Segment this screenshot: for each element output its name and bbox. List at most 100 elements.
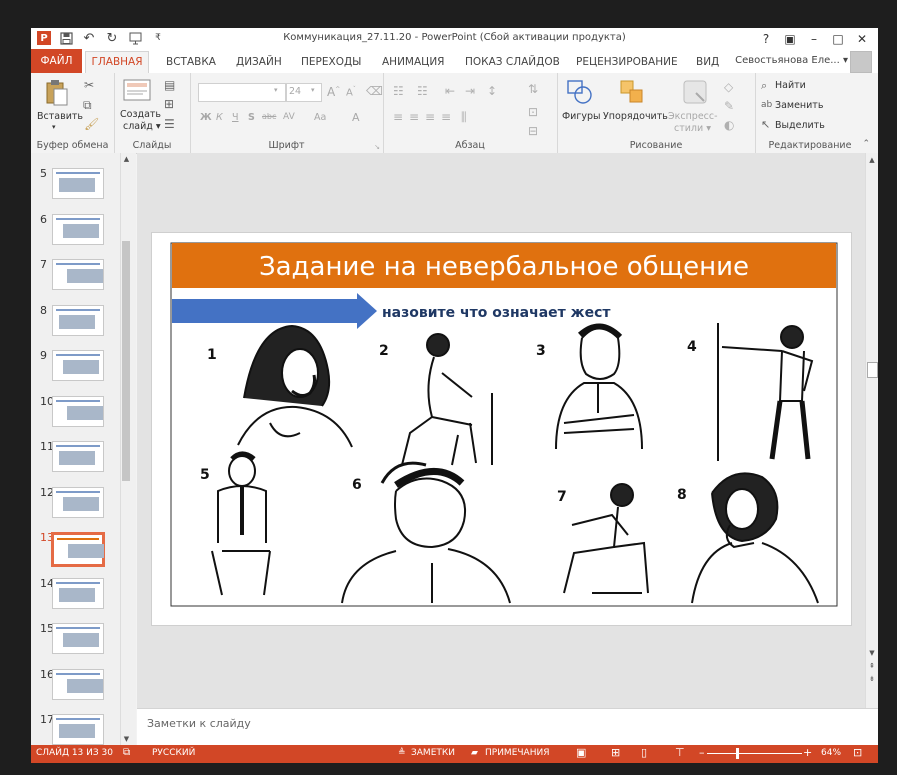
new-slide-dropdown[interactable]: слайд ▾	[123, 121, 161, 132]
slide-thumbnail[interactable]	[52, 623, 104, 654]
find-button[interactable]: Найти	[775, 80, 806, 91]
current-slide[interactable]: Задание на невербальное общение назовите…	[151, 232, 852, 626]
decrease-indent-icon[interactable]: ⇤	[445, 85, 455, 97]
change-case-button[interactable]: Aa	[314, 112, 326, 123]
fit-slide-icon[interactable]: ⊡	[853, 746, 862, 759]
tab-file[interactable]: ФАЙЛ	[31, 49, 82, 73]
tab-view[interactable]: ВИД	[696, 52, 719, 72]
text-shadow-button[interactable]: S	[248, 112, 255, 123]
replace-button[interactable]: Заменить	[775, 100, 823, 111]
justify-icon[interactable]: ≡	[441, 111, 451, 123]
reading-view-icon[interactable]: ▯	[641, 746, 647, 759]
paste-button[interactable]: Вставить	[37, 111, 83, 122]
tab-home[interactable]: ГЛАВНАЯ	[85, 51, 149, 74]
shapes-icon[interactable]	[566, 79, 594, 108]
italic-button[interactable]: К	[216, 112, 223, 123]
align-text-icon[interactable]: ⊡	[528, 106, 538, 118]
slideshow-view-icon[interactable]: ⊤	[675, 746, 685, 759]
language-indicator[interactable]: РУССКИЙ	[152, 748, 195, 758]
text-direction-icon[interactable]: ⇅	[528, 83, 538, 95]
scroll-up-icon[interactable]: ▲	[121, 154, 132, 164]
reset-icon[interactable]: ⊞	[164, 98, 174, 110]
spelling-check-icon[interactable]: ⧉	[123, 747, 130, 758]
previous-slide-icon[interactable]: ⇞	[866, 661, 878, 671]
increase-font-icon[interactable]: A^	[327, 85, 340, 99]
quick-styles-button[interactable]: Экспресс-	[668, 111, 718, 122]
align-left-icon[interactable]: ≡	[393, 111, 403, 123]
tab-review[interactable]: РЕЦЕНЗИРОВАНИЕ	[576, 52, 678, 72]
shapes-button[interactable]: Фигуры	[562, 111, 601, 122]
font-color-button[interactable]: A	[352, 111, 360, 124]
bullets-icon[interactable]: ☷	[393, 85, 404, 97]
zoom-out-icon[interactable]: –	[699, 746, 705, 759]
align-right-icon[interactable]: ≡	[425, 111, 435, 123]
ribbon-display-options-button[interactable]: ▣	[778, 28, 802, 49]
notes-toggle-icon[interactable]: ≜	[398, 748, 406, 758]
character-spacing-button[interactable]: AV	[283, 112, 295, 122]
slide-thumbnail[interactable]	[52, 714, 104, 745]
user-account[interactable]: Севостьянова Еле... ▾	[735, 55, 848, 66]
notes-placeholder[interactable]: Заметки к слайду	[147, 717, 251, 730]
avatar[interactable]	[850, 51, 872, 73]
slide-thumbnail[interactable]	[52, 305, 104, 336]
shape-fill-icon[interactable]: ◇	[724, 81, 733, 93]
editor-scroll-down-icon[interactable]: ▼	[866, 648, 878, 658]
underline-button[interactable]: Ч	[232, 112, 239, 123]
shape-effects-icon[interactable]: ◐	[724, 119, 734, 131]
slide-thumbnail[interactable]	[52, 259, 104, 290]
arrange-button[interactable]: Упорядочить	[603, 111, 668, 122]
thumbnails-scroll-thumb[interactable]	[122, 241, 130, 481]
thumbnails-scrollbar[interactable]: ▲ ▼	[120, 153, 132, 745]
cut-icon[interactable]: ✂	[84, 79, 94, 91]
slide-thumbnail[interactable]	[52, 350, 104, 381]
font-name-input[interactable]	[198, 83, 286, 102]
font-name-dropdown-icon[interactable]: ▾	[274, 86, 278, 94]
smartart-icon[interactable]: ⊟	[528, 125, 538, 137]
minimize-button[interactable]: –	[802, 28, 826, 49]
numbering-icon[interactable]: ☷	[417, 85, 428, 97]
select-button[interactable]: Выделить	[775, 120, 825, 131]
zoom-level[interactable]: 64%	[821, 748, 841, 758]
slide-thumbnail[interactable]	[52, 396, 104, 427]
new-slide-button[interactable]: Создать	[120, 109, 161, 120]
line-spacing-icon[interactable]: ↕	[487, 85, 497, 97]
increase-indent-icon[interactable]: ⇥	[465, 85, 475, 97]
tab-slideshow[interactable]: ПОКАЗ СЛАЙДОВ	[465, 52, 560, 72]
normal-view-icon[interactable]: ▣	[576, 746, 586, 759]
next-slide-icon[interactable]: ⇟	[866, 674, 878, 684]
zoom-slider-handle[interactable]	[736, 748, 739, 759]
notes-pane[interactable]: Заметки к слайду	[137, 708, 878, 746]
slide-thumbnail[interactable]	[52, 487, 104, 518]
layout-icon[interactable]: ▤	[164, 79, 175, 91]
slide-sorter-icon[interactable]: ⊞	[611, 746, 620, 759]
comments-button[interactable]: ПРИМЕЧАНИЯ	[485, 748, 549, 758]
editor-scroll-up-icon[interactable]: ▲	[866, 155, 878, 165]
arrange-icon[interactable]	[619, 79, 645, 108]
comments-icon[interactable]: ▰	[471, 748, 478, 758]
maximize-button[interactable]: □	[826, 28, 850, 49]
tab-design[interactable]: ДИЗАЙН	[236, 52, 282, 72]
scroll-down-icon[interactable]: ▼	[121, 734, 132, 744]
tab-transitions[interactable]: ПЕРЕХОДЫ	[301, 52, 361, 72]
editor-scrollbar[interactable]: ▲ ▼ ⇞ ⇟	[865, 153, 878, 708]
quick-styles-icon[interactable]	[682, 79, 708, 108]
tab-insert[interactable]: ВСТАВКА	[166, 52, 216, 72]
zoom-in-icon[interactable]: +	[803, 746, 812, 759]
decrease-font-icon[interactable]: Aˇ	[346, 86, 356, 98]
slide-thumbnail[interactable]	[51, 532, 105, 567]
editor-scroll-thumb[interactable]	[867, 362, 878, 378]
slide-thumbnail[interactable]	[52, 441, 104, 472]
format-painter-icon[interactable]: 🖌	[84, 118, 99, 130]
slide-thumbnail[interactable]	[52, 669, 104, 700]
slide-thumbnail[interactable]	[52, 578, 104, 609]
close-button[interactable]: ✕	[850, 28, 874, 49]
font-dialog-launcher-icon[interactable]: ↘	[374, 143, 380, 151]
strikethrough-button[interactable]: abc	[262, 112, 276, 121]
clear-formatting-icon[interactable]: ⌫	[366, 85, 383, 97]
bold-button[interactable]: Ж	[200, 112, 212, 123]
tab-animations[interactable]: АНИМАЦИЯ	[382, 52, 444, 72]
section-icon[interactable]: ☰	[164, 118, 175, 130]
quick-styles-dropdown[interactable]: стили ▾	[674, 123, 711, 134]
collapse-ribbon-icon[interactable]: ⌃	[862, 138, 870, 150]
slide-thumbnail[interactable]	[52, 168, 104, 199]
